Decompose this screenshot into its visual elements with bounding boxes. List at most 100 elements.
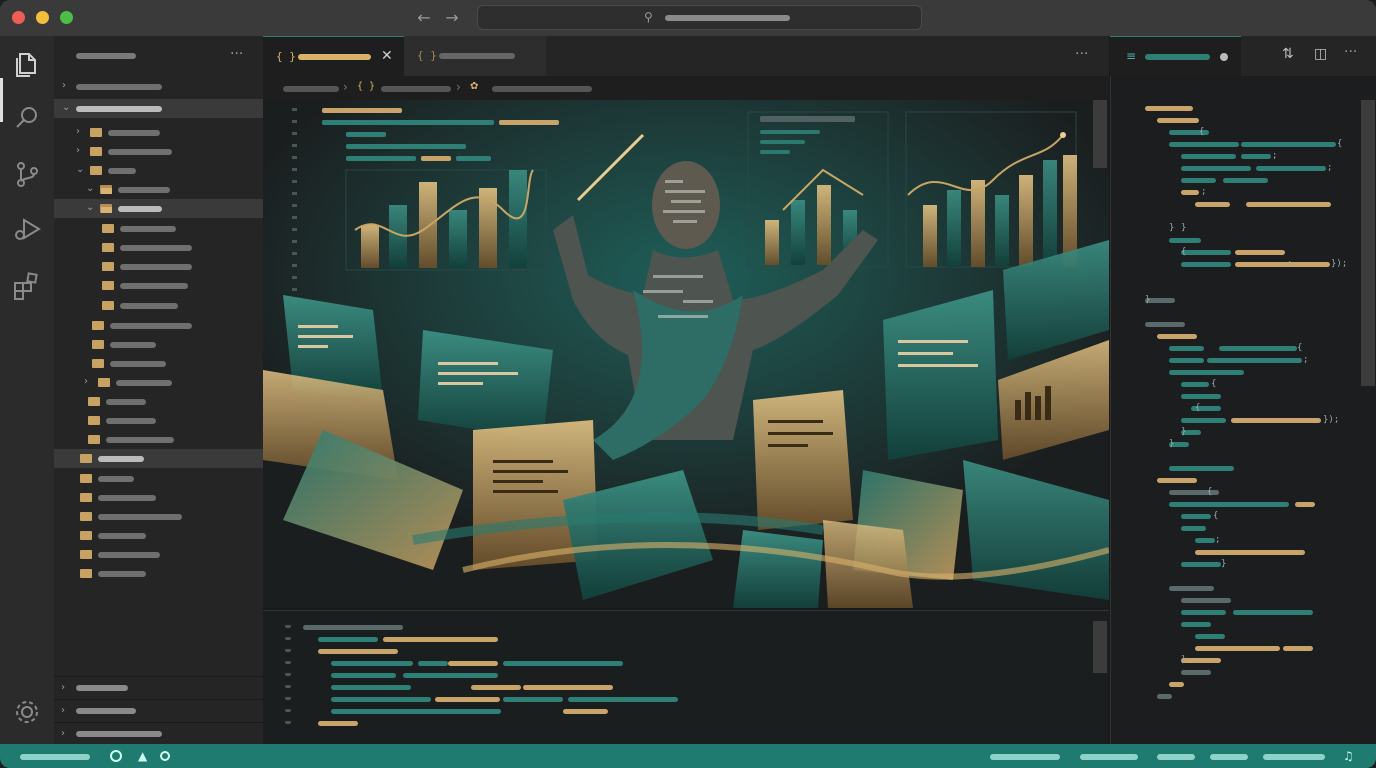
code-line-token (1241, 154, 1271, 159)
status-encoding[interactable] (1157, 754, 1195, 760)
ellipsis-icon[interactable]: ··· (1344, 44, 1357, 60)
zoom-window-button[interactable] (60, 11, 73, 24)
code-line-token (1195, 538, 1215, 543)
tree-folder-item[interactable] (54, 488, 263, 507)
command-center-search[interactable]: ⚲ (477, 5, 922, 30)
tree-item-label (110, 342, 156, 348)
line-number (285, 709, 291, 712)
tree-folder-item[interactable] (54, 564, 263, 583)
search-icon[interactable] (11, 102, 43, 134)
tree-folder-item[interactable] (54, 449, 263, 468)
tree-folder-item[interactable] (54, 296, 263, 315)
extensions-icon[interactable] (11, 270, 43, 302)
tree-folder-item[interactable] (54, 469, 263, 488)
tree-folder-item[interactable] (54, 335, 263, 354)
status-branch[interactable] (20, 754, 90, 760)
close-icon[interactable]: ✕ (381, 48, 393, 64)
tree-item-label (116, 380, 172, 386)
code-punctuation: } (1181, 223, 1187, 233)
outline-section[interactable]: › (54, 676, 263, 698)
npm-scripts-section[interactable]: › (54, 722, 263, 744)
timeline-section[interactable]: › (54, 699, 263, 721)
code-line-token (1195, 550, 1305, 555)
breadcrumb-item[interactable] (381, 86, 451, 92)
source-control-icon[interactable] (11, 158, 43, 190)
files-icon[interactable] (11, 48, 43, 80)
tree-item-label (118, 187, 170, 193)
panel-scrollbar[interactable] (1093, 621, 1107, 673)
code-line-token (403, 673, 498, 678)
tree-folder-item[interactable] (54, 257, 263, 276)
tree-folder-item[interactable] (54, 238, 263, 257)
status-spaces[interactable] (1080, 754, 1138, 760)
arrow-right-icon[interactable]: → (442, 8, 462, 28)
error-icon[interactable] (160, 751, 170, 761)
line-number (285, 673, 291, 676)
chevron-down-icon: ⌄ (76, 164, 85, 175)
tree-folder-item[interactable] (54, 545, 263, 564)
code-line-token (1181, 610, 1226, 615)
code-line-token (1169, 238, 1201, 243)
tree-folder-item[interactable]: › (54, 142, 263, 161)
split-editor-icon[interactable]: ◫ (1314, 46, 1327, 62)
tree-item[interactable]: ⌄ (54, 99, 263, 118)
right-scrollbar[interactable] (1361, 100, 1375, 386)
folder-icon (80, 531, 92, 540)
code-line-token (1235, 262, 1330, 267)
tree-folder-item[interactable] (54, 354, 263, 373)
tab-right-active[interactable]: ≡ (1110, 36, 1241, 76)
code-line-token (1195, 634, 1225, 639)
folder-icon (88, 397, 100, 406)
lower-code-panel[interactable] (263, 610, 1109, 744)
tree-item[interactable]: › (54, 77, 263, 96)
tree-folder-item[interactable] (54, 526, 263, 545)
ellipsis-icon[interactable]: ··· (1075, 46, 1088, 62)
tab-active[interactable]: { } ✕ (263, 36, 404, 76)
tree-item-label (98, 571, 146, 577)
code-punctuation: } (1181, 655, 1187, 665)
tree-folder-item[interactable]: ⌄ (54, 161, 263, 180)
tree-folder-item[interactable] (54, 276, 263, 295)
code-line-token (1181, 250, 1231, 255)
breadcrumb-item[interactable] (283, 86, 339, 92)
breadcrumb-item[interactable] (492, 86, 592, 92)
warning-icon[interactable]: ▲ (138, 749, 152, 763)
minimize-window-button[interactable] (36, 11, 49, 24)
tree-folder-item[interactable] (54, 392, 263, 411)
active-indicator (0, 78, 3, 122)
code-line-token (318, 637, 378, 642)
code-line-token (448, 661, 498, 666)
status-eol[interactable] (1210, 754, 1248, 760)
editor-scrollbar[interactable] (1093, 100, 1107, 168)
tree-folder-item[interactable]: ⌄ (54, 199, 263, 218)
tree-folder-item[interactable]: ⌄ (54, 180, 263, 199)
code-line-token (1157, 478, 1197, 483)
section-label (76, 685, 128, 691)
tree-folder-item[interactable]: › (54, 123, 263, 142)
tree-folder-item[interactable] (54, 219, 263, 238)
remote-icon[interactable] (110, 750, 122, 762)
close-window-button[interactable] (12, 11, 25, 24)
status-language[interactable] (1263, 754, 1325, 760)
right-code-editor[interactable]: {{;;;}}{;});}{;{{});}}{{;}} (1110, 76, 1376, 744)
compare-icon[interactable]: ⇅ (1282, 46, 1294, 62)
tree-folder-item[interactable] (54, 430, 263, 449)
code-line-token (331, 661, 413, 666)
code-line-token (568, 697, 678, 702)
tree-folder-item[interactable] (54, 411, 263, 430)
bell-icon[interactable]: ♫ (1343, 749, 1357, 763)
code-editor[interactable] (263, 100, 1109, 608)
code-punctuation: ; (1215, 535, 1221, 545)
ellipsis-icon[interactable]: ··· (230, 46, 243, 62)
tree-folder-item[interactable] (54, 316, 263, 335)
code-line-token (331, 673, 396, 678)
code-line-token (1181, 166, 1251, 171)
tree-folder-item[interactable] (54, 507, 263, 526)
tab-inactive[interactable]: { } (404, 36, 546, 76)
gear-icon[interactable] (11, 696, 43, 728)
tree-folder-item[interactable]: › (54, 373, 263, 392)
code-line-token (523, 685, 613, 690)
arrow-left-icon[interactable]: ← (414, 8, 434, 28)
status-position[interactable] (990, 754, 1060, 760)
run-debug-icon[interactable] (11, 214, 43, 246)
